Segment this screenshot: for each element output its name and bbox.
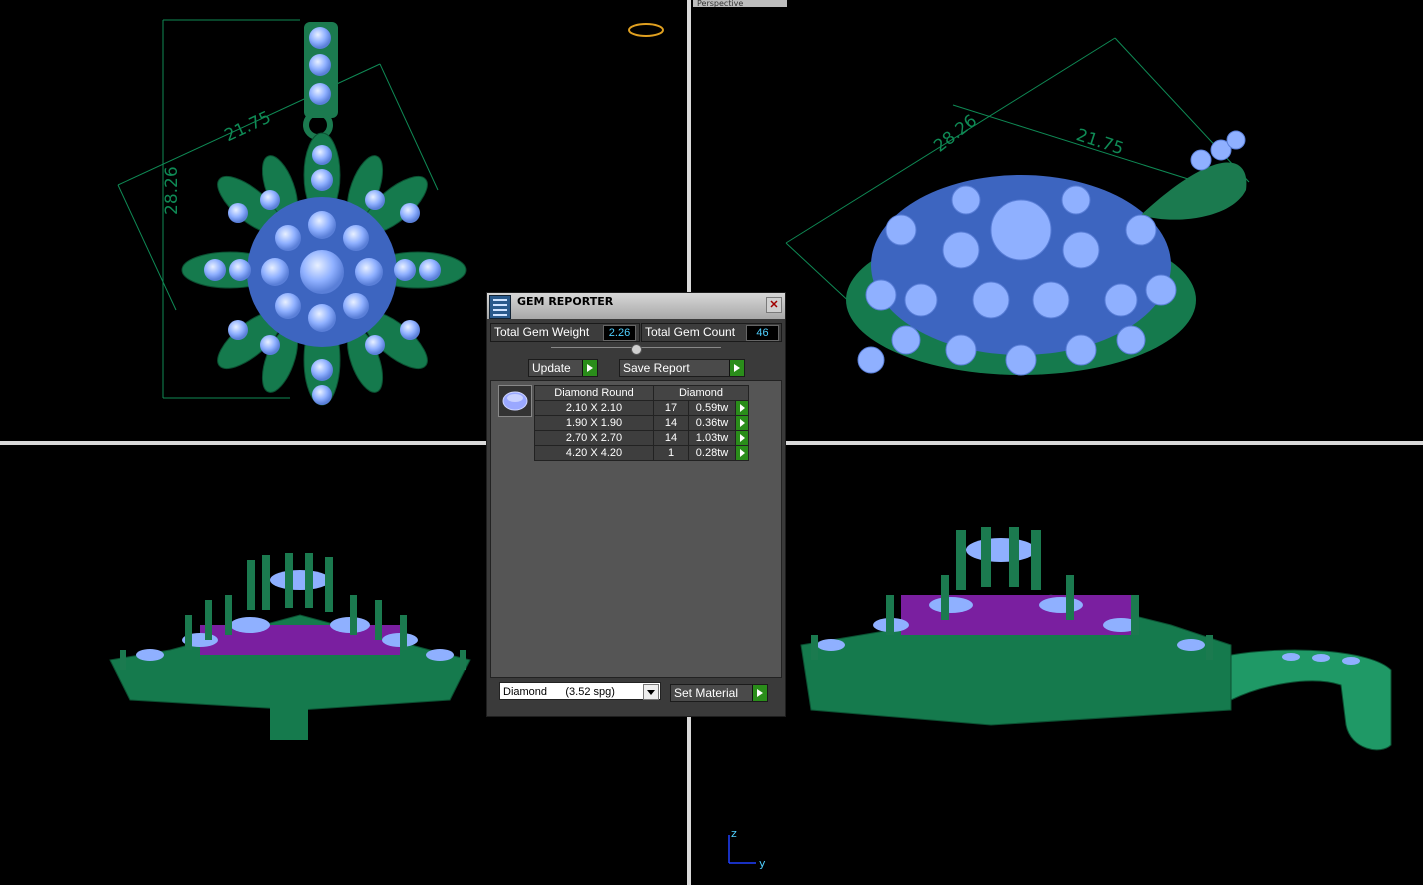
axis-y-label: y [759, 857, 766, 870]
select-row-arrow-icon[interactable] [735, 415, 749, 431]
gem-size: 2.70 X 2.70 [534, 430, 654, 446]
material-select[interactable]: Diamond (3.52 spg) [499, 682, 661, 700]
total-gem-count-field: Total Gem Count 46 [641, 323, 782, 342]
set-material-button-label: Set Material [674, 686, 739, 700]
material-select-value: Diamond (3.52 spg) [503, 686, 615, 698]
top-dimension-height: 28.26 [162, 166, 182, 215]
table-row[interactable]: 4.20 X 4.20 1 0.28tw [534, 445, 749, 461]
gem-count: 14 [653, 415, 689, 431]
gem-weight: 0.36tw [688, 415, 736, 431]
total-gem-count-label: Total Gem Count [645, 325, 736, 339]
gem-weight: 1.03tw [688, 430, 736, 446]
right-view-model [800, 527, 1392, 751]
right-viewport[interactable]: z y [691, 445, 1423, 885]
col-header-material: Diamond [653, 385, 749, 401]
play-icon [582, 360, 597, 376]
col-header-shape: Diamond Round [534, 385, 654, 401]
select-row-arrow-icon[interactable] [735, 430, 749, 446]
table-row[interactable]: 1.90 X 1.90 14 0.36tw [534, 415, 749, 431]
select-row-arrow-icon[interactable] [735, 400, 749, 416]
axis-z-label: z [731, 827, 737, 840]
total-gem-weight-value[interactable]: 2.26 [603, 325, 636, 341]
gem-size: 1.90 X 1.90 [534, 415, 654, 431]
play-icon [729, 360, 744, 376]
update-button-label: Update [532, 361, 571, 375]
table-row[interactable]: 2.10 X 2.10 17 0.59tw [534, 400, 749, 416]
table-row[interactable]: 2.70 X 2.70 14 1.03tw [534, 430, 749, 446]
gem-table: Diamond Round Diamond 2.10 X 2.10 17 0.5… [534, 385, 749, 461]
axis-indicator: z y [728, 827, 766, 870]
perspective-view-model: 28.26 21.75 [785, 37, 1250, 376]
gem-weight: 0.59tw [688, 400, 736, 416]
dialog-title: GEM REPORTER [517, 295, 614, 308]
save-report-button[interactable]: Save Report [619, 359, 745, 377]
gem-reporter-dialog: GEM REPORTER ✕ Total Gem Weight 2.26 Tot… [486, 292, 786, 717]
save-report-button-label: Save Report [623, 361, 690, 375]
gem-count: 14 [653, 430, 689, 446]
select-row-arrow-icon[interactable] [735, 445, 749, 461]
persp-dimension-a: 28.26 [930, 111, 981, 157]
total-gem-weight-field: Total Gem Weight 2.26 [490, 323, 640, 342]
persp-dimension-b: 21.75 [1074, 125, 1126, 159]
gem-reporter-app-icon [489, 295, 511, 319]
diamond-shape [502, 391, 528, 411]
perspective-viewport[interactable]: 28.26 21.75 Perspective [691, 0, 1423, 441]
gem-weight: 0.28tw [688, 445, 736, 461]
set-material-button[interactable]: Set Material [670, 684, 768, 702]
close-icon[interactable]: ✕ [766, 297, 782, 313]
gem-size: 2.10 X 2.10 [534, 400, 654, 416]
round-diamond-icon[interactable] [498, 385, 532, 417]
total-gem-weight-label: Total Gem Weight [494, 325, 590, 339]
update-button[interactable]: Update [528, 359, 598, 377]
top-dimension-width: 21.75 [222, 108, 275, 147]
splitter-handle[interactable] [631, 344, 642, 355]
gem-count: 1 [653, 445, 689, 461]
dialog-title-bar[interactable]: GEM REPORTER ✕ [487, 293, 785, 319]
chevron-down-icon[interactable] [643, 684, 659, 700]
gizmo-icon[interactable] [626, 20, 666, 40]
gem-list-panel: Diamond Round Diamond 2.10 X 2.10 17 0.5… [490, 380, 782, 678]
gem-size: 4.20 X 4.20 [534, 445, 654, 461]
total-gem-count-value[interactable]: 46 [746, 325, 779, 341]
perspective-label[interactable]: Perspective [693, 0, 787, 7]
play-icon [752, 685, 767, 701]
gem-count: 17 [653, 400, 689, 416]
